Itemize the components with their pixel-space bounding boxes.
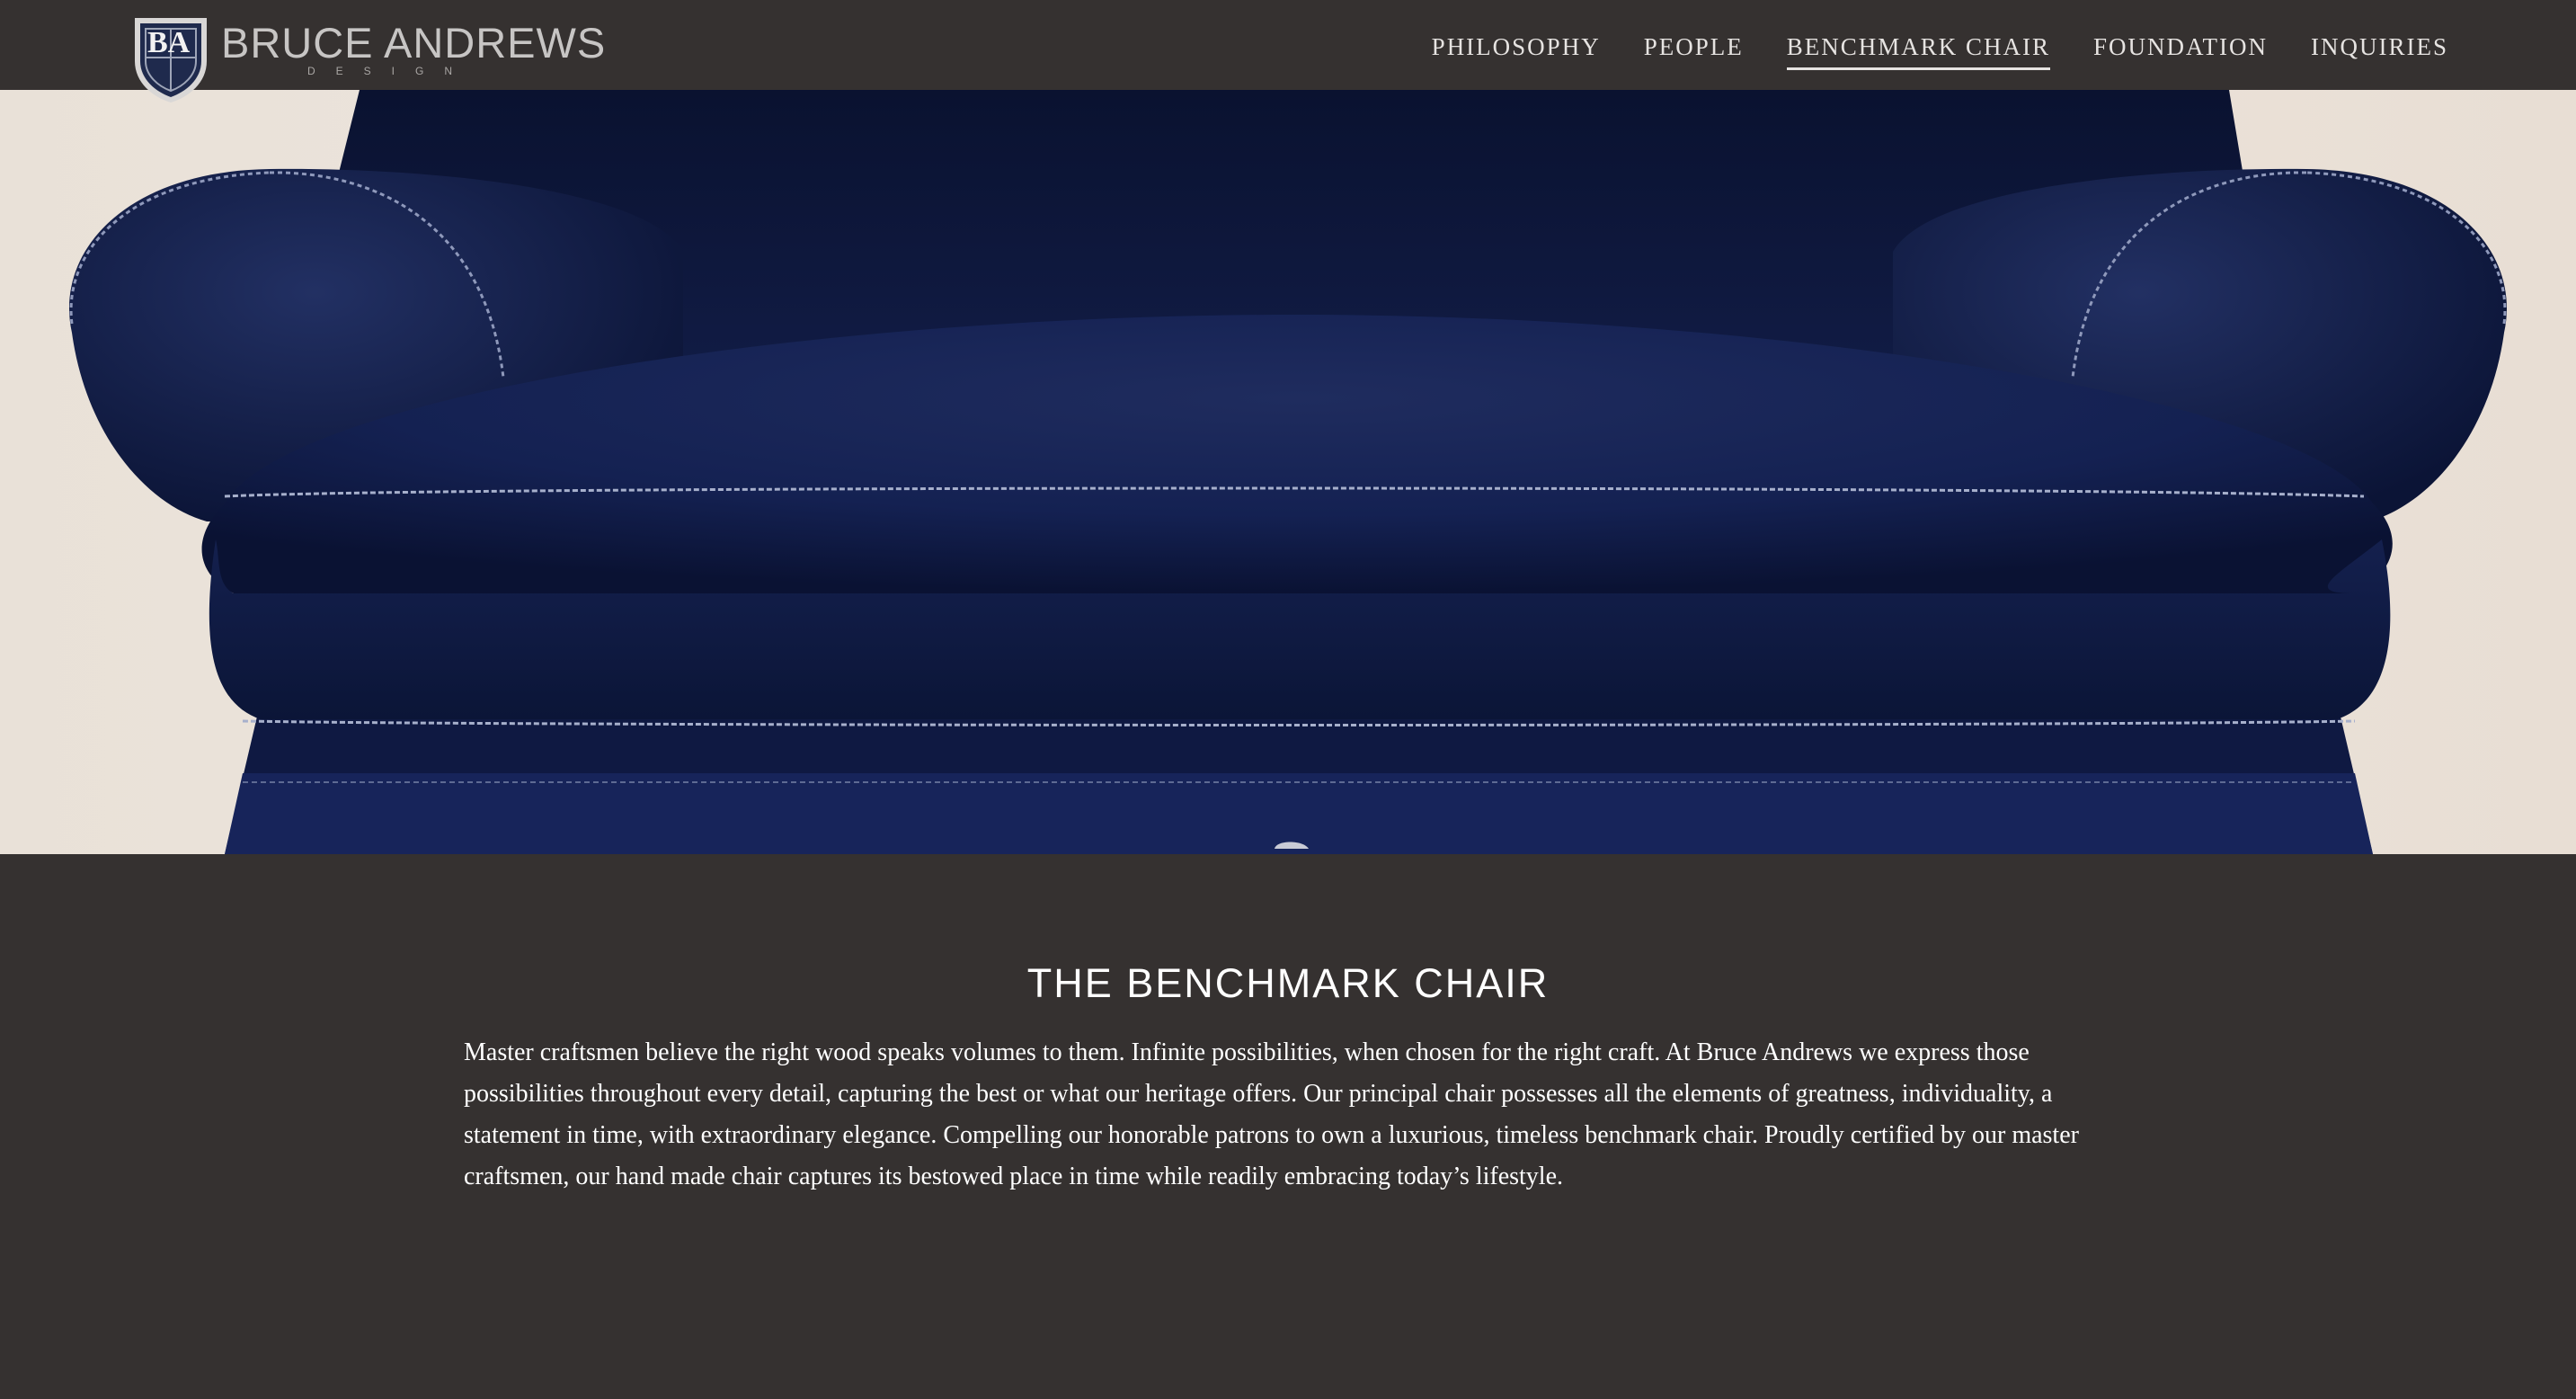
section-title: THE BENCHMARK CHAIR (1026, 960, 1550, 1006)
shield-logo-icon: BA (135, 18, 207, 102)
nav-item-people[interactable]: PEOPLE (1644, 33, 1744, 70)
brand-logo[interactable]: BA BRUCE ANDREWS DESIGN (129, 11, 615, 104)
hero-chair-image (0, 90, 2576, 854)
nav-item-inquiries[interactable]: INQUIRIES (2311, 33, 2448, 70)
brand-tagline: DESIGN (307, 65, 474, 77)
nav-item-philosophy[interactable]: PHILOSOPHY (1432, 33, 1601, 70)
main-nav: PHILOSOPHY PEOPLE BENCHMARK CHAIR FOUNDA… (1432, 33, 2448, 70)
brand-name: BRUCE ANDREWS (221, 19, 607, 67)
section-body: Master craftsmen believe the right wood … (464, 1038, 2079, 1190)
top-navbar: BA BRUCE ANDREWS DESIGN PHILOSOPHY PEOPL… (0, 0, 2576, 102)
chair-illustration (0, 90, 2576, 854)
content-section: THE BENCHMARK CHAIR Master craftsmen bel… (0, 854, 2576, 1399)
logo-monogram: BA (147, 26, 191, 59)
nav-item-benchmark-chair[interactable]: BENCHMARK CHAIR (1786, 33, 2050, 70)
nav-item-foundation[interactable]: FOUNDATION (2093, 33, 2268, 70)
